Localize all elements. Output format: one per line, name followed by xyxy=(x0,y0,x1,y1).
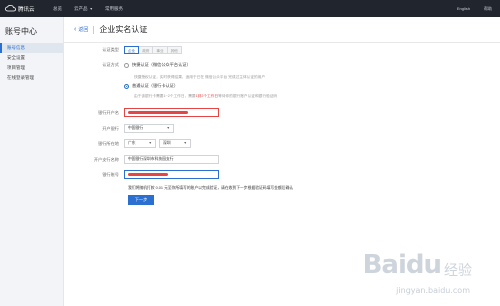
sidebar-item-account-info[interactable]: 账号信息 xyxy=(0,43,63,53)
baidu-watermark: Baidu 经验 xyxy=(363,250,472,280)
back-link[interactable]: ‹ 返回 xyxy=(74,26,88,33)
type-segmented-control: 企业 政府 事业 其他 xyxy=(124,46,182,54)
chevron-left-icon: ‹ xyxy=(74,26,77,33)
bank-row: 开户银行 中国银行 ▼ xyxy=(64,124,177,133)
bank-auth-radio[interactable] xyxy=(124,83,129,89)
quick-auth-label[interactable]: 快捷认证（微信公众平台认证） xyxy=(132,62,191,68)
bank-auth-desc-after: 等待你的银行账户认证和银行验证码 xyxy=(218,94,278,98)
account-name-label: 银行开户名 xyxy=(98,109,119,115)
sidebar-item-login-management[interactable]: 在线登录管理 xyxy=(0,73,63,83)
brand-name: 腾讯云 xyxy=(18,6,35,13)
top-nav: 总览 云产品 ▼ 常用服务 xyxy=(53,6,135,12)
region-row: 银行所在地 广东 ▼ 深圳 ▼ xyxy=(64,139,194,148)
top-right-links: English 帮助 xyxy=(443,6,492,12)
bank-select[interactable]: 中国银行 ▼ xyxy=(124,124,174,133)
account-number-input[interactable] xyxy=(124,170,219,179)
account-name-row: 银行开户名 xyxy=(64,108,219,117)
bank-label: 开户银行 xyxy=(102,125,119,131)
help-link[interactable]: 帮助 xyxy=(484,6,492,12)
verification-note: 我们将随机打款 0.01 元至你所填写的账户以完成验证，请在收到下一步根据验证码… xyxy=(128,186,294,190)
account-number-label: 银行账号 xyxy=(102,171,119,177)
nav-common-services[interactable]: 常用服务 xyxy=(105,6,123,12)
cloud-icon xyxy=(5,5,16,12)
bank-auth-desc-before: 由于该银行卡需要1~2个工作日，需要 xyxy=(134,94,196,98)
chevron-down-icon: ▼ xyxy=(166,126,170,130)
type-option-institution[interactable]: 事业 xyxy=(152,46,168,54)
bank-select-value: 中国银行 xyxy=(128,126,144,130)
sidebar-item-security[interactable]: 安全设置 xyxy=(0,53,63,63)
chevron-down-icon: ▼ xyxy=(183,141,187,145)
nav-common-services-label: 常用服务 xyxy=(104,5,123,11)
watermark-brand: Baidu xyxy=(362,250,442,280)
method-row: 认证方式 快捷认证（微信公众平台认证） xyxy=(64,62,191,68)
type-option-enterprise[interactable]: 企业 xyxy=(124,46,140,54)
chevron-down-icon: ▼ xyxy=(148,141,152,145)
province-select[interactable]: 广东 ▼ xyxy=(124,139,156,148)
sidebar-title: 账号中心 xyxy=(5,27,37,36)
account-number-row: 银行账号 xyxy=(64,170,219,179)
nav-overview[interactable]: 总览 xyxy=(53,6,62,12)
branch-label: 开户支行名称 xyxy=(93,156,119,162)
city-select[interactable]: 深圳 ▼ xyxy=(159,139,191,148)
branch-input[interactable]: 中国银行深圳市科技园支行 xyxy=(124,155,219,164)
redacted-value xyxy=(128,172,168,176)
chevron-down-icon: ▼ xyxy=(89,6,93,11)
method-label: 认证方式 xyxy=(102,62,119,67)
header-divider xyxy=(93,25,95,34)
sidebar-item-projects[interactable]: 项目管理 xyxy=(0,63,63,73)
quick-auth-description: 快捷授权认证，实时获得结果，适用于已在 微信公众平台 完成过主体认证的用户 xyxy=(134,75,266,79)
quick-auth-radio[interactable] xyxy=(124,62,129,68)
sidebar: 账号中心 账号信息 安全设置 项目管理 在线登录管理 xyxy=(0,17,64,306)
bank-auth-description: 由于该银行卡需要1~2个工作日，需要1到2个工作日等待你的银行账户认证和银行验证… xyxy=(134,94,277,99)
type-label: 认证类型 xyxy=(102,47,119,52)
back-label: 返回 xyxy=(78,27,89,33)
brand-logo[interactable]: 腾讯云 xyxy=(5,5,45,13)
watermark-sub: 经验 xyxy=(444,263,472,279)
branch-row: 开户支行名称 中国银行深圳市科技园支行 xyxy=(64,155,219,164)
redacted-value xyxy=(128,110,188,114)
watermark-url: jingyan.baidu.com xyxy=(396,286,470,295)
page-header: ‹ 返回 企业实名认证 xyxy=(64,17,500,43)
type-option-government[interactable]: 政府 xyxy=(138,46,154,54)
region-label: 银行所在地 xyxy=(98,140,119,146)
city-select-value: 深圳 xyxy=(163,141,171,145)
bank-auth-label[interactable]: 普通认证（银行卡认证） xyxy=(132,83,178,89)
language-link[interactable]: English xyxy=(457,6,470,11)
type-option-other[interactable]: 其他 xyxy=(166,46,182,54)
nav-products-label: 云产品 xyxy=(74,5,88,11)
nav-overview-label: 总览 xyxy=(53,5,62,11)
bank-auth-option: 普通认证（银行卡认证） xyxy=(64,83,178,89)
type-row: 认证类型 企业 政府 事业 其他 xyxy=(64,46,182,54)
account-name-input[interactable] xyxy=(124,108,219,117)
nav-products[interactable]: 云产品 ▼ xyxy=(74,6,93,12)
province-select-value: 广东 xyxy=(128,141,136,145)
top-nav-bar: 腾讯云 总览 云产品 ▼ 常用服务 English 帮助 xyxy=(0,0,500,17)
bank-auth-desc-highlight: 1到2个工作日 xyxy=(195,94,219,98)
page-title: 企业实名认证 xyxy=(99,25,148,34)
next-button[interactable]: 下一步 xyxy=(128,195,154,205)
